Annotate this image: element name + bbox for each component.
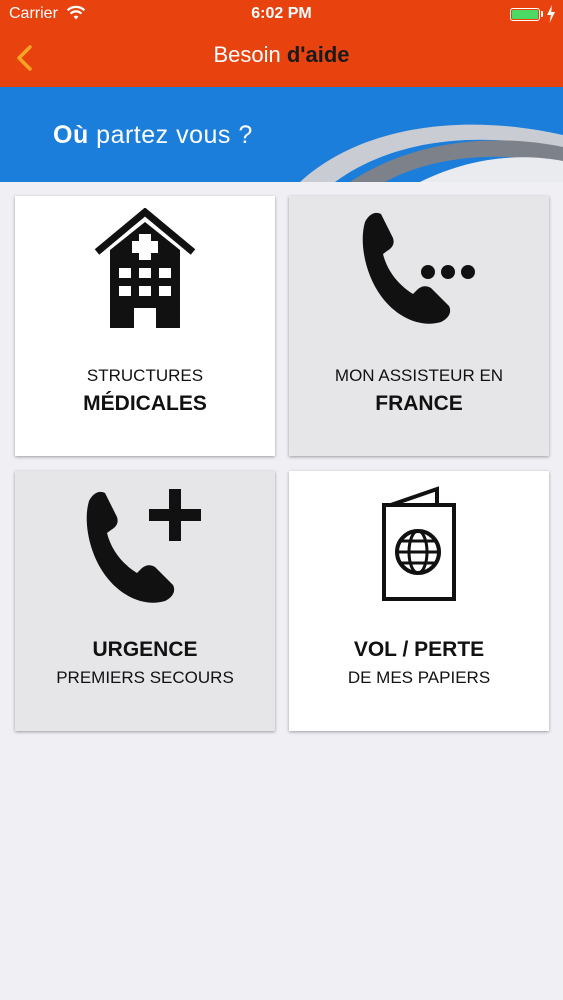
tile-label-top: VOL / PERTE [353, 638, 485, 661]
tile-label-top: URGENCE [92, 638, 198, 661]
navigation-bar: Besoin d'aide [0, 30, 563, 87]
tile-medical-structures[interactable]: STRUCTURES MÉDICALES [15, 196, 275, 456]
status-bar: Carrier 6:02 PM [0, 0, 563, 30]
passport-icon [382, 486, 456, 601]
title-regular: Besoin [213, 42, 287, 67]
top-bar: Carrier 6:02 PM Besoin d'aide [0, 0, 563, 87]
battery-tip [541, 11, 543, 17]
page-title: Besoin d'aide [0, 42, 563, 68]
tile-label-top: STRUCTURES [86, 366, 204, 385]
title-bold: d'aide [286, 42, 350, 67]
clock: 6:02 PM [251, 5, 312, 22]
tile-assistance-france[interactable]: MON ASSISTEUR EN FRANCE [289, 196, 549, 456]
tile-emergency[interactable]: URGENCE PREMIERS SECOURS [15, 471, 275, 731]
tile-label-top: MON ASSISTEUR EN [334, 366, 504, 385]
tile-label-bottom: PREMIERS SECOURS [56, 668, 234, 687]
banner-text-bold: Où [53, 121, 89, 149]
tile-lost-documents[interactable]: VOL / PERTE DE MES PAPIERS [289, 471, 549, 731]
phone-plus-icon [86, 489, 201, 603]
banner-text-regular: partez vous ? [88, 121, 253, 149]
tile-label-bottom: FRANCE [375, 392, 463, 415]
tile-label-bottom: DE MES PAPIERS [347, 668, 491, 687]
destination-banner[interactable]: Où partez vous ? [0, 87, 563, 182]
charging-icon [547, 5, 555, 23]
hospital-icon [94, 208, 196, 328]
phone-dots-icon [362, 212, 475, 324]
battery-icon [510, 8, 540, 21]
tile-label-bottom: MÉDICALES [83, 392, 207, 415]
banner-label: Où partez vous ? [53, 121, 253, 150]
